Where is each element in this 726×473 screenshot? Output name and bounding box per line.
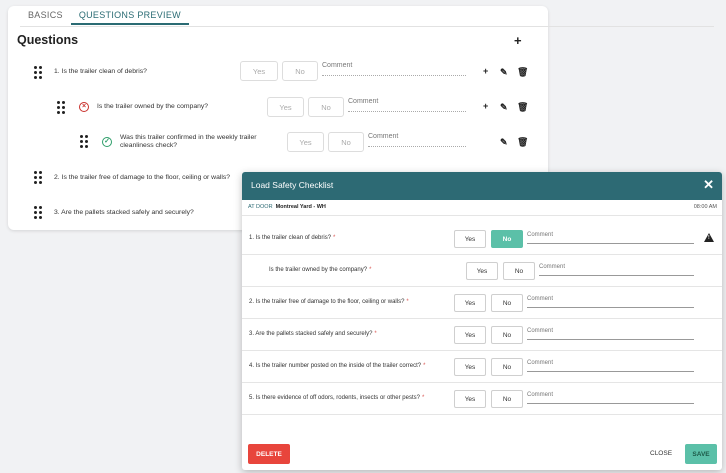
question-label: 2. Is the trailer free of damage to the … (54, 174, 231, 181)
close-icon[interactable]: ✕ (703, 177, 714, 193)
warning-icon: ! (704, 233, 714, 242)
comment-field[interactable]: Comment (527, 232, 694, 244)
tab-basics[interactable]: BASICS (20, 10, 71, 25)
modal-title: Load Safety Checklist (251, 180, 334, 190)
tab-bar: BASICS QUESTIONS PREVIEW (20, 10, 189, 25)
edit-icon[interactable]: ✎ (500, 67, 508, 78)
yes-button[interactable]: Yes (287, 132, 324, 152)
question-text: Is the trailer owned by the company? * (269, 267, 372, 273)
no-button[interactable]: No (491, 390, 523, 408)
drag-handle-icon[interactable] (34, 171, 42, 184)
delete-button[interactable]: DELETE (248, 444, 290, 464)
trash-icon[interactable]: 🗑 (517, 102, 528, 113)
plus-icon[interactable]: + (514, 33, 522, 48)
yes-button[interactable]: Yes (454, 326, 486, 344)
comment-field[interactable]: Comment (368, 133, 466, 147)
drag-handle-icon[interactable] (34, 66, 42, 79)
comment-field[interactable]: Comment (539, 264, 694, 276)
question-label: Is the trailer owned by the company? (97, 103, 209, 110)
drag-handle-icon[interactable] (57, 101, 65, 114)
question-text: 2. Is the trailer free of damage to the … (249, 299, 409, 305)
drag-handle-icon[interactable] (80, 135, 88, 148)
checklist-row: Is the trailer owned by the company? * Ye… (242, 255, 722, 287)
check-circle-icon: ✓ (102, 137, 112, 147)
modal-footer: DELETE CLOSE SAVE (242, 440, 722, 470)
comment-field[interactable]: Comment (348, 98, 466, 112)
yes-button[interactable]: Yes (267, 97, 304, 117)
checklist-row: 3. Are the pallets stacked safely and se… (242, 319, 722, 351)
location-label: AT DOOR (248, 204, 273, 210)
modal-header: Load Safety Checklist ✕ (242, 172, 722, 200)
time-label: 08:00 AM (693, 204, 717, 210)
checklist-modal: Load Safety Checklist ✕ AT DOOR Montreal … (242, 172, 722, 470)
trash-icon[interactable]: 🗑 (517, 137, 528, 148)
trash-icon[interactable]: 🗑 (517, 67, 528, 78)
no-button[interactable]: No (328, 132, 364, 152)
checklist-row: 1. Is the trailer clean of debris? * Yes … (242, 223, 722, 255)
save-button[interactable]: SAVE (685, 444, 717, 464)
comment-field[interactable]: Comment (527, 296, 694, 308)
add-icon[interactable]: + (483, 101, 488, 111)
section-title: Questions (17, 33, 79, 47)
no-button[interactable]: No (491, 358, 523, 376)
question-label: 1. Is the trailer clean of debris? (54, 68, 147, 75)
comment-field[interactable]: Comment (527, 392, 694, 404)
comment-field[interactable]: Comment (527, 328, 694, 340)
question-label: Was this trailer confirmed in the weekly… (120, 134, 257, 149)
edit-icon[interactable]: ✎ (500, 137, 508, 148)
site-name: Montreal Yard - WH (275, 204, 326, 210)
tab-questions-preview[interactable]: QUESTIONS PREVIEW (70, 10, 189, 25)
comment-field[interactable]: Comment (322, 62, 466, 76)
no-button[interactable]: No (308, 97, 344, 117)
yes-button[interactable]: Yes (454, 294, 486, 312)
location-info: AT DOOR Montreal Yard - WH (248, 204, 326, 210)
cross-circle-icon: × (79, 102, 89, 112)
no-button[interactable]: No (282, 61, 318, 81)
checklist-row: 5. Is there evidence of off odors, roden… (242, 383, 722, 415)
checklist-row: 2. Is the trailer free of damage to the … (242, 287, 722, 319)
yes-button[interactable]: Yes (454, 230, 486, 248)
question-text: 3. Are the pallets stacked safely and se… (249, 331, 377, 337)
no-button[interactable]: No (491, 294, 523, 312)
yes-button[interactable]: Yes (240, 61, 278, 81)
comment-field[interactable]: Comment (527, 360, 694, 372)
yes-button[interactable]: Yes (454, 358, 486, 376)
yes-button[interactable]: Yes (466, 262, 498, 280)
question-text: 1. Is the trailer clean of debris? * (249, 235, 336, 241)
close-button[interactable]: CLOSE (650, 450, 672, 457)
question-label: 3. Are the pallets stacked safely and se… (54, 209, 194, 216)
edit-icon[interactable]: ✎ (500, 102, 508, 113)
checklist-row: 4. Is the trailer number posted on the i… (242, 351, 722, 383)
no-button[interactable]: No (503, 262, 535, 280)
question-text: 5. Is there evidence of off odors, roden… (249, 395, 425, 401)
tab-divider (20, 26, 714, 27)
drag-handle-icon[interactable] (34, 206, 42, 219)
no-button[interactable]: No (491, 230, 523, 248)
location-bar: AT DOOR Montreal Yard - WH 08:00 AM (242, 200, 722, 216)
no-button[interactable]: No (491, 326, 523, 344)
add-icon[interactable]: + (483, 66, 488, 76)
yes-button[interactable]: Yes (454, 390, 486, 408)
question-text: 4. Is the trailer number posted on the i… (249, 363, 426, 369)
